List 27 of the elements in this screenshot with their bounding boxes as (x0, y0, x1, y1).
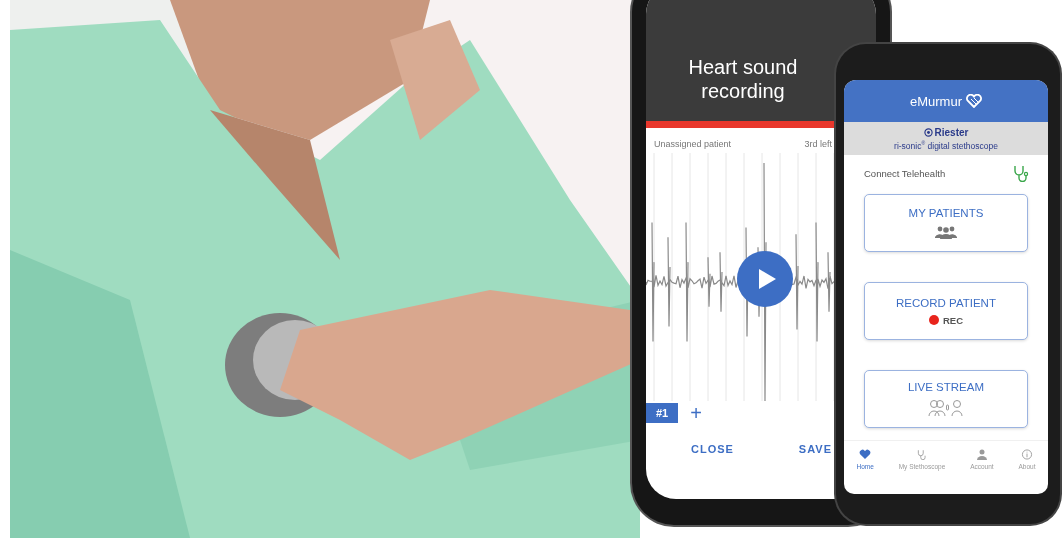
record-label: REC (942, 314, 964, 326)
brand-icon (923, 127, 933, 137)
doctors-icon (928, 399, 964, 417)
play-button[interactable] (737, 251, 793, 307)
heart-icon (859, 449, 872, 460)
track-tab[interactable]: #1 (646, 403, 679, 423)
heart-icon (966, 94, 982, 108)
menu-card[interactable]: LIVE STREAM (864, 370, 1028, 428)
person-icon (975, 449, 988, 460)
info-icon (1021, 449, 1033, 460)
stethoscope-icon (915, 449, 928, 460)
menu-card[interactable]: RECORD PATIENT REC (864, 282, 1028, 340)
menu-card[interactable]: MY PATIENTS (864, 194, 1028, 252)
brand-name: Riester (934, 126, 969, 138)
stethoscope-icon[interactable] (1012, 164, 1030, 182)
position-label: 3rd left (804, 139, 832, 149)
app-title: eMurmur (910, 93, 962, 109)
device-label: ri-sonic$^{®}$ digital stethoscope (894, 139, 998, 151)
patient-label: Unassigned patient (654, 139, 732, 149)
screen-title: Heart sound recording (687, 55, 799, 103)
connect-label: Connect Telehealth (864, 167, 946, 179)
add-track-button[interactable]: + (690, 403, 702, 423)
record-dot-icon (928, 315, 939, 325)
action-button[interactable]: SAVE (798, 443, 832, 455)
people-icon (934, 225, 958, 239)
play-icon (757, 268, 777, 290)
action-button[interactable]: CLOSE (691, 443, 734, 455)
